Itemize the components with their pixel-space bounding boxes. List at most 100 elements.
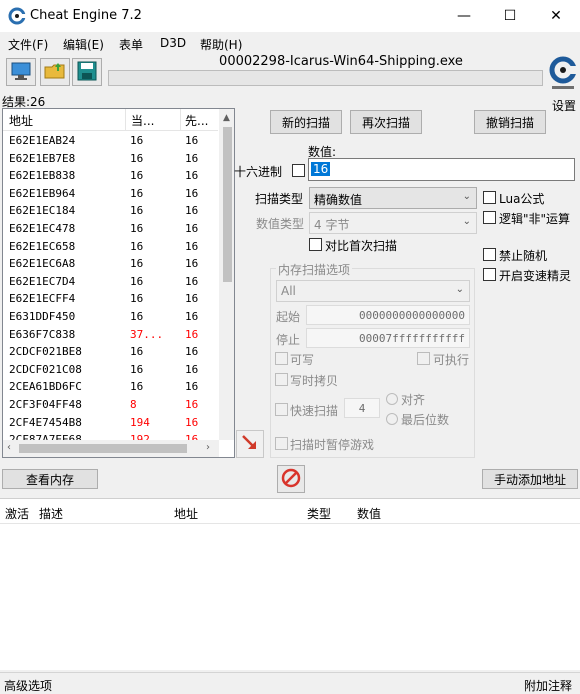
copy-on-write-checkbox[interactable] xyxy=(275,373,288,386)
result-previous-value: 16 xyxy=(185,257,199,271)
table-row[interactable]: E62E1EB838 16 16 xyxy=(3,167,218,185)
result-previous-value: 16 xyxy=(185,292,199,306)
stop-address-input[interactable]: 00007fffffffffff xyxy=(306,328,470,348)
table-row[interactable]: 2CEA61BD6FC 16 16 xyxy=(3,378,218,396)
table-row[interactable]: E636F7C838 37... 16 xyxy=(3,326,218,344)
table-row[interactable]: 2CF3F04FF48 8 16 xyxy=(3,396,218,414)
no-random-label: 禁止随机 xyxy=(499,249,548,263)
result-current-value: 194 xyxy=(130,415,150,429)
menu-help[interactable]: 帮助(H) xyxy=(200,36,242,53)
table-row[interactable]: E631DDF450 16 16 xyxy=(3,308,218,326)
minimize-button[interactable]: — xyxy=(441,0,487,32)
compare-first-label: 对比首次扫描 xyxy=(325,239,398,253)
settings-label[interactable]: 设置 xyxy=(552,97,576,114)
no-random-checkbox[interactable] xyxy=(483,248,496,261)
stop-button[interactable] xyxy=(277,465,305,493)
close-button[interactable]: ✕ xyxy=(533,0,579,32)
scroll-left-icon[interactable]: ‹ xyxy=(7,442,11,453)
table-row[interactable]: E62E1EC478 16 16 xyxy=(3,220,218,238)
logical-not-checkbox[interactable] xyxy=(483,211,496,224)
align-radio[interactable] xyxy=(386,393,398,405)
speedhack-checkbox[interactable] xyxy=(483,268,496,281)
open-process-button[interactable] xyxy=(6,58,36,86)
column-active[interactable]: 激活 xyxy=(5,505,29,522)
next-scan-button[interactable]: 再次扫描 xyxy=(350,110,422,134)
start-address-input[interactable]: 0000000000000000 xyxy=(306,305,470,325)
logical-not-label: 逻辑"非"运算 xyxy=(499,212,571,226)
memory-region-select[interactable]: All ⌄ xyxy=(276,280,470,302)
advanced-options-link[interactable]: 高级选项 xyxy=(4,677,52,694)
result-address: E62E1EC658 xyxy=(9,239,76,253)
maximize-button[interactable]: ☐ xyxy=(487,0,533,32)
scroll-right-icon[interactable]: › xyxy=(206,442,210,453)
column-address[interactable]: 地址 xyxy=(9,112,33,129)
result-address: E62E1EC6A8 xyxy=(9,257,76,271)
lua-formula-checkbox[interactable] xyxy=(483,191,496,204)
address-table[interactable]: 激活 描述 地址 类型 数值 xyxy=(0,498,580,670)
column-address[interactable]: 地址 xyxy=(174,505,198,522)
menu-file[interactable]: 文件(F) xyxy=(8,36,48,53)
value-type-select[interactable]: 4 字节 ⌄ xyxy=(309,212,477,234)
add-to-list-button[interactable] xyxy=(236,430,264,458)
result-address: E62E1EC7D4 xyxy=(9,274,76,288)
view-memory-button[interactable]: 查看内存 xyxy=(2,469,98,489)
result-current-value: 16 xyxy=(130,222,144,235)
result-previous-value: 16 xyxy=(185,327,199,341)
fast-scan-label: 快速扫描 xyxy=(290,404,339,418)
align-label: 对齐 xyxy=(401,393,426,407)
result-current-value: 16 xyxy=(130,204,144,218)
horizontal-scroll-thumb[interactable] xyxy=(19,444,187,453)
menu-bar: 文件(F) 编辑(E) 表单 D3D 帮助(H) xyxy=(0,32,580,54)
value-input[interactable]: 16 xyxy=(308,158,575,181)
cheat-engine-icon xyxy=(8,7,26,25)
table-row[interactable]: 2CDCF021C08 16 16 xyxy=(3,361,218,379)
column-previous[interactable]: 先... xyxy=(185,112,208,129)
result-address: E62E1EB964 xyxy=(9,186,76,200)
fast-scan-alignment-input[interactable]: 4 xyxy=(344,398,380,418)
scroll-up-icon[interactable]: ▲ xyxy=(223,113,230,123)
menu-edit[interactable]: 编辑(E) xyxy=(63,36,104,53)
menu-d3d[interactable]: D3D xyxy=(160,36,186,50)
table-row[interactable]: 2CF4E7454B8 194 16 xyxy=(3,414,218,432)
undo-scan-button[interactable]: 撤销扫描 xyxy=(474,110,546,134)
table-comments-link[interactable]: 附加注释 xyxy=(524,677,572,694)
table-row[interactable]: E62E1EB964 16 16 xyxy=(3,185,218,203)
executable-checkbox[interactable] xyxy=(417,352,430,365)
new-scan-button[interactable]: 新的扫描 xyxy=(270,110,342,134)
save-button[interactable] xyxy=(72,58,102,86)
column-value[interactable]: 数值 xyxy=(357,505,381,522)
result-address: E62E1ECFF4 xyxy=(9,292,76,306)
fast-scan-checkbox[interactable] xyxy=(275,403,288,416)
table-row[interactable]: 2CDCF021BE8 16 16 xyxy=(3,343,218,361)
result-current-value: 16 xyxy=(130,151,144,165)
add-address-manually-button[interactable]: 手动添加地址 xyxy=(482,469,578,489)
horizontal-scrollbar[interactable]: ‹ › xyxy=(3,440,219,457)
results-list[interactable]: 地址 当... 先... E62E1EAB24 16 16 E62E1EB7E8 16 1… xyxy=(2,108,235,458)
pause-game-checkbox[interactable] xyxy=(275,437,288,450)
vertical-scroll-thumb[interactable] xyxy=(223,127,232,282)
table-row[interactable]: E62E1EC7D4 16 16 xyxy=(3,273,218,291)
writable-label: 可写 xyxy=(290,353,315,367)
last-digits-radio[interactable] xyxy=(386,413,398,425)
column-current[interactable]: 当... xyxy=(131,112,154,129)
scan-type-select[interactable]: 精确数值 ⌄ xyxy=(309,187,477,209)
column-type[interactable]: 类型 xyxy=(307,505,331,522)
column-description[interactable]: 描述 xyxy=(39,505,63,522)
open-file-button[interactable] xyxy=(40,58,70,86)
vertical-scrollbar[interactable]: ▲ xyxy=(219,109,234,440)
result-address: 2CDCF021C08 xyxy=(9,362,82,376)
hex-label: 十六进制 xyxy=(234,165,283,179)
table-row[interactable]: E62E1EC6A8 16 16 xyxy=(3,255,218,273)
memory-options-title: 内存扫描选项 xyxy=(276,261,353,278)
hex-checkbox[interactable] xyxy=(292,164,305,177)
menu-table[interactable]: 表单 xyxy=(119,36,143,53)
table-row[interactable]: E62E1EC184 16 16 xyxy=(3,202,218,220)
result-previous-value: 16 xyxy=(185,398,199,411)
table-row[interactable]: E62E1EC658 16 16 xyxy=(3,238,218,256)
table-row[interactable]: E62E1EB7E8 16 16 xyxy=(3,150,218,168)
settings-logo-button[interactable] xyxy=(549,54,579,94)
table-row[interactable]: E62E1ECFF4 16 16 xyxy=(3,290,218,308)
table-row[interactable]: E62E1EAB24 16 16 xyxy=(3,132,218,150)
compare-first-checkbox[interactable] xyxy=(309,238,322,251)
writable-checkbox[interactable] xyxy=(275,352,288,365)
